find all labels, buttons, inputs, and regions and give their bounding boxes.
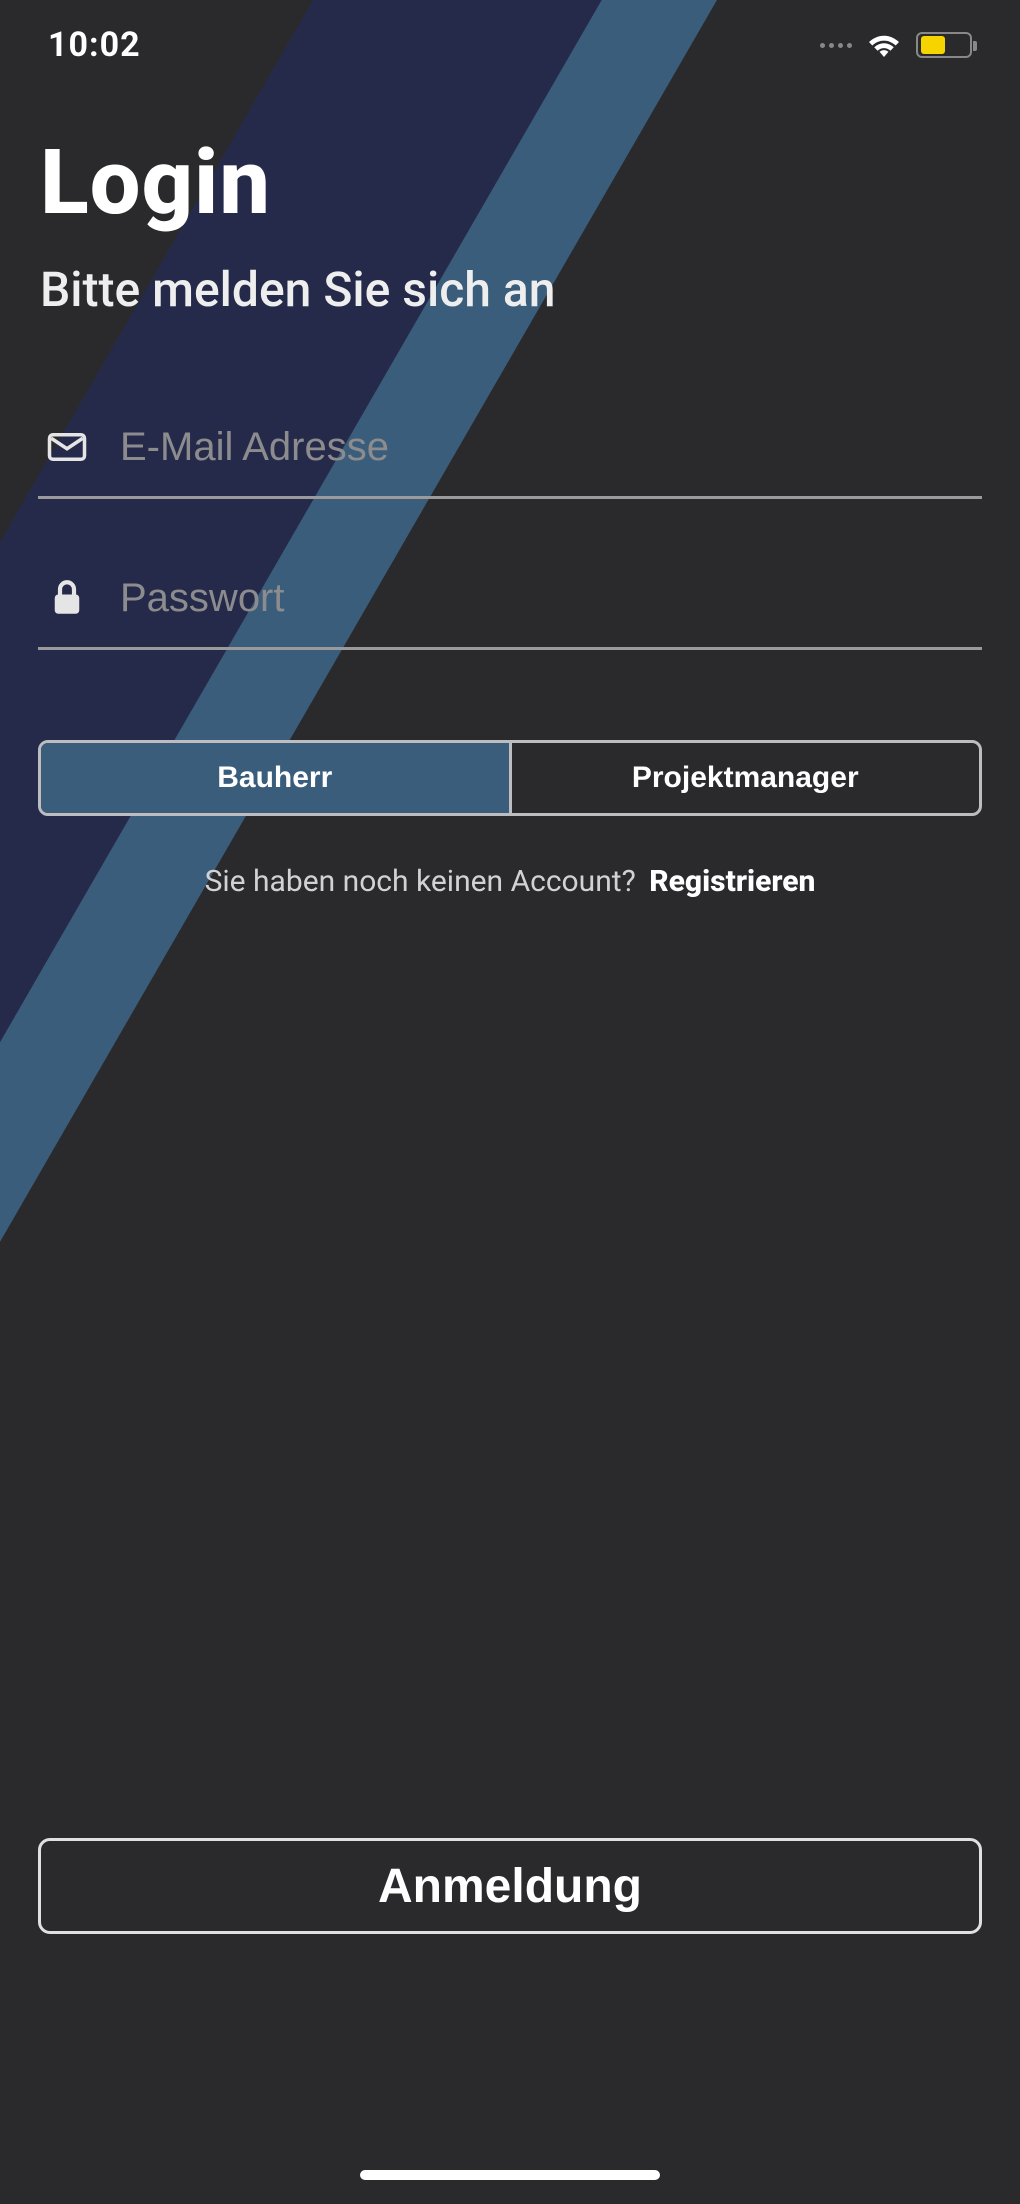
submit-button[interactable]: Anmeldung [38,1838,982,1934]
register-link[interactable]: Registrieren [649,864,815,899]
cellular-signal-icon [820,43,852,48]
page-header: Login Bitte melden Sie sich an [0,90,1020,368]
role-segmented-control: Bauherr Projektmanager [38,740,982,816]
email-field-row [38,408,982,499]
password-field-row [38,559,982,650]
status-right [820,31,972,59]
lock-icon [44,575,90,621]
status-bar: 10:02 [0,0,1020,90]
status-time: 10:02 [48,25,141,65]
register-line: Sie haben noch keinen Account? Registrie… [0,864,1020,899]
segment-bauherr[interactable]: Bauherr [41,743,509,813]
mail-icon [44,424,90,470]
segment-projektmanager[interactable]: Projektmanager [509,743,980,813]
wifi-icon [866,31,902,59]
page-subtitle: Bitte melden Sie sich an [40,261,980,318]
email-field[interactable] [120,425,976,470]
battery-icon [916,32,972,58]
page-title: Login [40,130,980,235]
password-field[interactable] [120,576,976,621]
login-form [0,368,1020,650]
register-prompt: Sie haben noch keinen Account? [205,864,636,899]
home-indicator[interactable] [360,2170,660,2180]
